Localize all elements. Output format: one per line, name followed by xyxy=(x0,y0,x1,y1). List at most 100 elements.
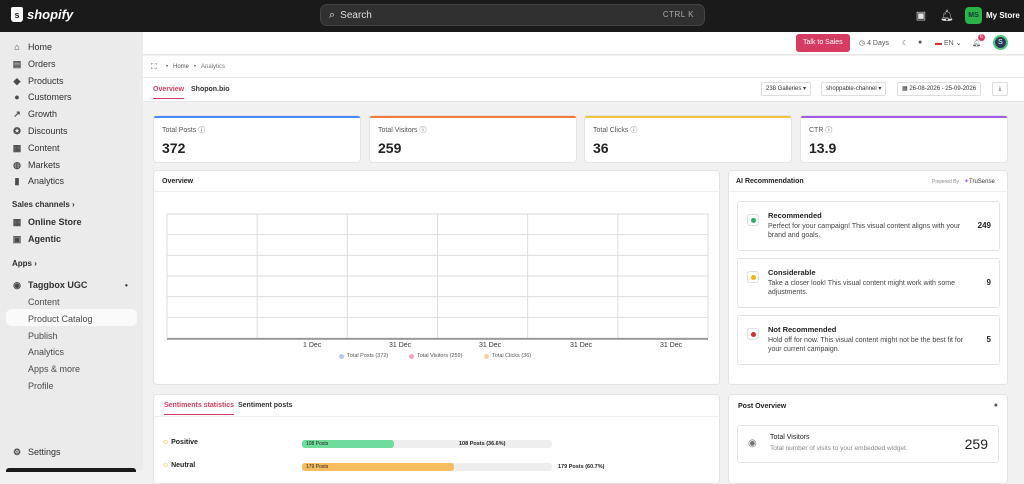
top-bar: s shopify ⌕ Search CTRL K ▣ 🔔︎ MS My Store xyxy=(0,0,1024,32)
orders-icon: ▤ xyxy=(12,58,22,69)
globe-icon: ◍ xyxy=(13,159,21,170)
x-tick-label: 31 Dec xyxy=(479,342,502,349)
ai-recommendation-panel: AI Recommendation Powered By ✦TruSense R… xyxy=(728,170,1009,385)
taggbox-label[interactable]: ◉ Taggbox UGC • xyxy=(12,280,128,290)
download-button[interactable]: ⤓ xyxy=(992,82,1008,96)
more-icon: • xyxy=(125,280,128,290)
analytics-icon[interactable]: ⛶ xyxy=(151,62,157,72)
sentiment-neutral-label: ☺ Neutral xyxy=(162,462,196,469)
store-menu[interactable]: MS My Store xyxy=(965,7,1020,24)
sidebar-subitem-analytics[interactable]: Analytics xyxy=(28,347,64,357)
breadcrumb-home[interactable]: Home xyxy=(173,64,189,70)
talk-to-sales-button[interactable]: Talk to Sales xyxy=(796,34,850,52)
language-select[interactable]: ▬ EN ⌄ xyxy=(935,39,962,47)
flag-icon: ▬ xyxy=(935,40,942,47)
sales-channels-label[interactable]: Sales channels › xyxy=(12,200,75,209)
x-tick-label: 31 Dec xyxy=(389,342,412,349)
trial-days[interactable]: ◷ 4 Days xyxy=(859,39,889,47)
sidebar-item-growth[interactable]: ↗ Growth xyxy=(12,109,57,119)
sidebar-subitem-profile[interactable]: Profile xyxy=(28,381,54,391)
shopify-logo[interactable]: s shopify xyxy=(11,7,73,22)
notification-icon[interactable]: 🔔︎ 6 xyxy=(972,34,985,47)
sentiment-neutral-result: 179 Posts (60.7%) xyxy=(558,464,605,470)
channel-select[interactable]: shoppable-channel ▾ xyxy=(821,82,887,96)
stat-accent xyxy=(370,116,576,118)
store-icon: ▦ xyxy=(12,217,22,227)
legend-item[interactable]: Total Clicks (36) xyxy=(484,353,531,359)
sidebar-item-settings[interactable]: ⚙ Settings xyxy=(12,447,61,457)
galleries-select[interactable]: 238 Galleries ▾ xyxy=(761,82,812,96)
sidebar-item-home[interactable]: ⌂ Home xyxy=(12,42,52,52)
user-avatar[interactable]: S xyxy=(993,35,1008,50)
legend-item[interactable]: Total Visitors (259) xyxy=(409,353,462,359)
stat-card-ctr: CTR ⓘ 13.9 xyxy=(800,115,1008,163)
tab-sentiment-posts[interactable]: Sentiment posts xyxy=(238,402,292,409)
stat-card-total-visitors: Total Visitors ⓘ 259 xyxy=(369,115,577,163)
status-dot xyxy=(751,218,756,223)
legend-item[interactable]: Total Posts (372) xyxy=(339,353,388,359)
recommendation-card-not-recommended[interactable]: Not Recommended Hold off for now. This vi… xyxy=(737,315,1000,365)
sidebar-subitem-content[interactable]: Content xyxy=(28,297,60,307)
recommendation-card-recommended[interactable]: Recommended Perfect for your campaign! Th… xyxy=(737,201,1000,251)
recommendation-card-considerable[interactable]: Considerable Take a closer look! This vis… xyxy=(737,258,1000,308)
content-icon: ▦ xyxy=(12,142,22,153)
sidebar-item-analytics[interactable]: ▮ Analytics xyxy=(12,176,65,187)
info-icon[interactable]: ● xyxy=(994,402,998,409)
sidebar-item-online-store[interactable]: ▦ Online Store xyxy=(12,217,82,227)
tab-sentiments-statistics[interactable]: Sentiments statistics xyxy=(164,402,235,415)
tab-bar: Overview Shopon.bio xyxy=(143,78,1024,102)
sidebar-subitem-publish[interactable]: Publish xyxy=(28,331,58,341)
eye-icon: ◉ xyxy=(748,438,757,449)
calendar-icon: ▦ xyxy=(902,86,908,92)
stat-card-total-clicks: Total Clicks ⓘ 36 xyxy=(584,115,792,163)
sentiments-panel: Sentiments statistics Sentiment posts ☺ … xyxy=(153,394,721,484)
sidebar-item-products[interactable]: ◆ Products xyxy=(12,76,64,86)
info-icon[interactable]: ⓘ xyxy=(420,127,427,134)
breadcrumb: ⛶ • Home • Analytics xyxy=(143,56,1024,78)
tab-overview[interactable]: Overview xyxy=(153,86,185,99)
info-icon[interactable]: ⓘ xyxy=(630,127,637,134)
sidebar: ⌂ Home ▤ Orders ◆ Products ● Customers ↗ Growth ✪ D… xyxy=(0,32,143,472)
x-tick-label: 31 Dec xyxy=(660,342,683,349)
sidebar-subitem-product-catalog[interactable]: Product Catalog xyxy=(28,314,93,324)
help-icon[interactable]: ● xyxy=(918,39,922,46)
sidebar-item-discounts[interactable]: ✪ Discounts xyxy=(12,126,67,136)
bell-icon[interactable]: 🔔︎ xyxy=(940,9,954,23)
sidebar-subitem-apps-more[interactable]: Apps & more xyxy=(28,364,80,374)
search-shortcut: CTRL K xyxy=(662,10,694,19)
overview-panel: Overview Total Posts (372) Total Visitors… xyxy=(153,170,721,385)
info-icon[interactable]: ⓘ xyxy=(198,127,205,134)
sidebar-item-markets[interactable]: ◍ Markets xyxy=(12,160,60,170)
total-visitors-card: ◉ Total Visitors Total number of visits … xyxy=(737,425,999,463)
sidebar-bottom-bar xyxy=(6,468,136,472)
post-overview-title: Post Overview xyxy=(738,403,787,410)
main-content: Talk to Sales ◷ 4 Days ☾ ● ▬ EN ⌄ 🔔︎ 6 S … xyxy=(143,32,1024,484)
info-icon[interactable]: ⓘ xyxy=(825,127,832,134)
taggbox-icon: ◉ xyxy=(13,280,21,290)
sidebar-item-orders[interactable]: ▤ Orders xyxy=(12,59,56,69)
legend-swatch xyxy=(409,353,414,359)
apps-label[interactable]: Apps › xyxy=(12,259,37,268)
stat-accent xyxy=(801,116,1007,118)
tab-shopon-bio[interactable]: Shopon.bio xyxy=(191,86,230,93)
status-dot xyxy=(751,275,756,280)
search-icon: ⌕ xyxy=(329,8,336,21)
growth-icon: ↗ xyxy=(13,109,21,120)
search-input[interactable]: ⌕ Search CTRL K xyxy=(320,4,705,26)
sidebar-item-agentic[interactable]: ▣ Agentic xyxy=(12,234,61,244)
clock-icon: ◷ xyxy=(859,40,866,47)
sidebar-item-content[interactable]: ▦ Content xyxy=(12,143,60,153)
chart-icon: ▮ xyxy=(14,176,20,187)
stat-accent xyxy=(585,116,791,118)
store-avatar: MS xyxy=(965,7,982,24)
sidebar-item-customers[interactable]: ● Customers xyxy=(12,92,71,103)
moon-icon[interactable]: ☾ xyxy=(902,39,908,47)
store-icon[interactable]: ▣ xyxy=(914,9,928,23)
sentiment-positive-label: ☺ Positive xyxy=(162,439,198,446)
status-dot xyxy=(751,332,756,337)
notification-badge: 6 xyxy=(978,34,985,41)
date-range-picker[interactable]: ▦ 26-08-2026 - 25-09-2026 xyxy=(897,82,982,96)
tag-icon: ◆ xyxy=(13,75,21,86)
person-icon: ● xyxy=(14,92,20,103)
sentiment-positive-fill: 108 Posts xyxy=(302,440,394,448)
